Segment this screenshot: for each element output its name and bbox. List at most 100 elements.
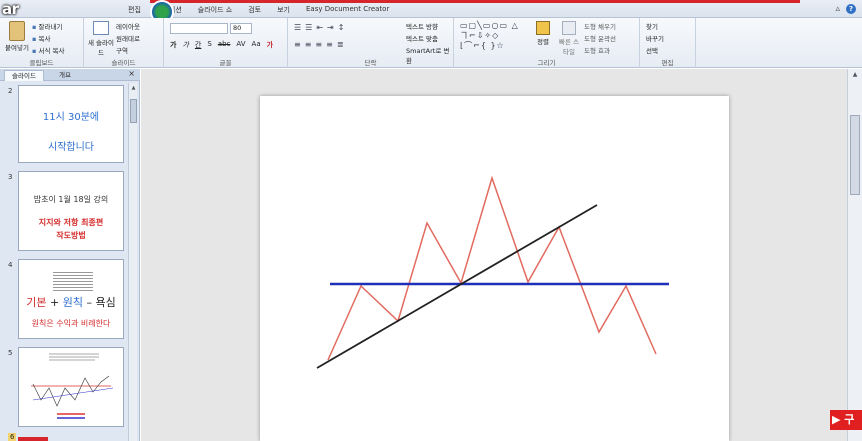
strikethrough-button[interactable]: abc (218, 40, 231, 50)
numbering-icon[interactable]: ☰ (305, 23, 312, 32)
copy-button[interactable]: 복사 (32, 33, 64, 43)
clipboard-group: 붙여넣기 잘라내기 복사 서식 복사 클립보드 (0, 18, 84, 68)
thumb-text: 지지와 저항 최종편 (38, 217, 104, 227)
columns-icon[interactable]: ≣ (337, 40, 344, 49)
new-slide-button[interactable]: 새 슬라이드 (88, 21, 114, 57)
arrange-button[interactable]: 정렬 (532, 21, 554, 46)
scroll-up-icon[interactable]: ▲ (850, 71, 860, 81)
slide-number: 2 (8, 87, 13, 95)
font-group: 80 가 가 간 S abc AV Aa 가 글꼴 (164, 18, 288, 68)
slide-thumbnail-3[interactable]: 밥초이 1월 18일 강의 지지와 저항 최종편 작도방법 (18, 171, 124, 251)
text-direction-button[interactable]: 텍스트 방향 (406, 21, 453, 31)
align-right-icon[interactable]: ≡ (315, 40, 322, 49)
thumb-text: 작도방법 (56, 230, 86, 240)
panel-scrollbar[interactable]: ▲ (128, 83, 137, 441)
scroll-thumb[interactable] (850, 115, 860, 195)
menu-item-edit[interactable]: 편집 (128, 5, 141, 15)
select-button[interactable]: 선택 (646, 45, 664, 55)
trend-line[interactable] (316, 204, 598, 369)
panel-tabs: 슬라이드 개요 × (0, 69, 140, 81)
drawing-group: ▭▢╲▭○▭ △ヿ⌐⇩✧◇ ⌊⌒⌐{ }☆ 정렬 빠른 스타일 도형 채우기 도… (454, 18, 640, 68)
slide-canvas[interactable] (260, 96, 729, 441)
slide-number: 5 (8, 349, 13, 357)
menu-item-review[interactable]: 검토 (248, 5, 261, 15)
thumb-chart-preview (31, 353, 114, 419)
underline-button[interactable]: 간 (195, 40, 201, 50)
slide-thumbnail-2[interactable]: 11시 30분에 시작합니다 (18, 85, 124, 163)
title-bar: ar 편집 이션 슬라이드 쇼 검토 보기 Easy Document Crea… (0, 0, 862, 24)
thumb-text: 시작합니다 (48, 142, 94, 153)
paste-button[interactable]: 붙여넣기 (4, 21, 30, 52)
tab-slides[interactable]: 슬라이드 (4, 70, 44, 81)
group-label: 단락 (364, 59, 377, 67)
slide-number: 6 (8, 433, 17, 441)
align-left-icon[interactable]: ≡ (294, 40, 301, 49)
paragraph-group: ☰ ☰ ⇤ ⇥ ↕ ≡ ≡ ≡ ≡ ≣ 텍스트 방향 텍스트 맞춤 SmartA… (288, 18, 454, 68)
menu-item-easy-document-creator[interactable]: Easy Document Creator (306, 5, 389, 15)
cut-button[interactable]: 잘라내기 (32, 21, 64, 31)
quick-styles-icon (562, 21, 576, 35)
editing-group: 찾기 바꾸기 선택 편집 (640, 18, 696, 68)
slide-thumbnail-6[interactable] (18, 437, 48, 441)
layout-button[interactable]: 레이아웃 (116, 21, 140, 31)
arrange-icon (536, 21, 550, 35)
slide-drawing (316, 175, 669, 369)
group-label: 슬라이드 (111, 59, 136, 67)
shape-fill-button[interactable]: 도형 채우기 (584, 21, 616, 31)
thumb-subtitle: 원칙은 수익과 비례한다 (31, 319, 111, 328)
youtube-overlay-badge[interactable]: ▶ 구 (830, 410, 862, 430)
ribbon: 붙여넣기 잘라내기 복사 서식 복사 클립보드 새 슬라이드 레이아웃 원래대로… (0, 18, 862, 68)
reset-button[interactable]: 원래대로 (116, 33, 140, 43)
slide-number: 4 (8, 261, 13, 269)
quick-styles-button[interactable]: 빠른 스타일 (558, 21, 580, 56)
tab-outline[interactable]: 개요 (52, 70, 78, 81)
menu-item-slideshow[interactable]: 슬라이드 쇼 (198, 5, 232, 15)
find-button[interactable]: 찾기 (646, 21, 664, 31)
channel-logo-text: ar (2, 0, 19, 18)
decrease-indent-icon[interactable]: ⇤ (316, 23, 323, 32)
close-icon[interactable]: × (128, 69, 135, 78)
shape-outline-button[interactable]: 도형 윤곽선 (584, 33, 616, 43)
bullets-icon[interactable]: ☰ (294, 23, 301, 32)
group-label: 편집 (661, 59, 674, 67)
group-label: 글꼴 (219, 59, 232, 67)
paragraph-row-2: ≡ ≡ ≡ ≡ ≣ (294, 40, 344, 49)
font-format-row: 가 가 간 S abc AV Aa 가 (170, 40, 273, 50)
bold-button[interactable]: 가 (170, 40, 176, 50)
main-scrollbar[interactable]: ▲ (847, 69, 862, 441)
video-progress-line (150, 0, 800, 3)
shape-effects-button[interactable]: 도형 효과 (584, 45, 616, 55)
case-button[interactable]: Aa (252, 40, 261, 50)
shapes-gallery[interactable]: ▭▢╲▭○▭ △ヿ⌐⇩✧◇ ⌊⌒⌐{ }☆ (460, 21, 526, 51)
minimize-ribbon-icon[interactable]: ▵ (835, 4, 840, 14)
clipboard-icon (9, 21, 25, 41)
new-slide-icon (93, 21, 109, 35)
slide-panel: 슬라이드 개요 × 2 11시 30분에 시작합니다 3 밥초이 1월 18일 … (0, 69, 140, 441)
section-button[interactable]: 구역 (116, 45, 140, 55)
format-painter-button[interactable]: 서식 복사 (32, 45, 64, 55)
spacing-button[interactable]: AV (236, 40, 245, 50)
thumb-title: 기본 + 원칙 – 욕심 (26, 296, 116, 309)
menu-item-view[interactable]: 보기 (277, 5, 290, 15)
font-color-button[interactable]: 가 (267, 40, 273, 50)
slide-number: 3 (8, 173, 13, 181)
slide-thumbnail-5[interactable] (18, 347, 124, 427)
slide-thumbnail-4[interactable]: 기본 + 원칙 – 욕심 원칙은 수익과 비례한다 (18, 259, 124, 339)
replace-button[interactable]: 바꾸기 (646, 33, 664, 43)
line-spacing-icon[interactable]: ↕ (338, 23, 345, 32)
group-label: 클립보드 (29, 59, 54, 67)
thumb-small-text-block (53, 270, 93, 292)
scroll-up-icon[interactable]: ▲ (129, 83, 138, 93)
increase-indent-icon[interactable]: ⇥ (327, 23, 334, 32)
italic-button[interactable]: 가 (182, 40, 188, 50)
font-name-input[interactable] (170, 23, 228, 34)
font-size-input[interactable]: 80 (230, 23, 252, 34)
align-text-button[interactable]: 텍스트 맞춤 (406, 33, 453, 43)
justify-icon[interactable]: ≡ (326, 40, 333, 49)
scroll-thumb[interactable] (130, 99, 137, 123)
group-label: 그리기 (537, 59, 556, 67)
align-center-icon[interactable]: ≡ (305, 40, 312, 49)
help-icon[interactable]: ? (846, 4, 856, 14)
paragraph-row-1: ☰ ☰ ⇤ ⇥ ↕ (294, 23, 344, 32)
shadow-button[interactable]: S (207, 40, 211, 50)
